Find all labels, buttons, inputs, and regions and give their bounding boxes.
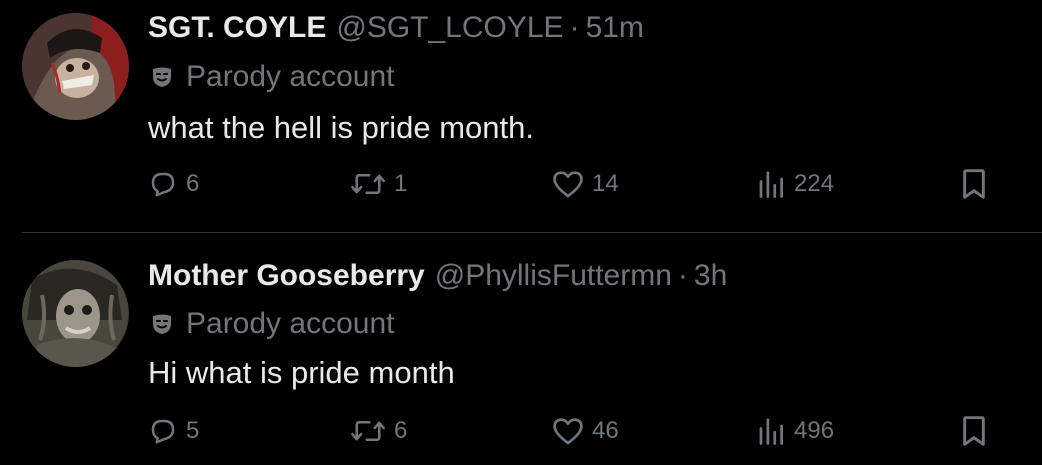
view-count: 224 [794, 170, 835, 197]
views-button[interactable]: 496 [756, 411, 834, 451]
parody-label-text: Parody account [186, 60, 395, 93]
repost-count: 6 [394, 417, 408, 444]
bookmark-button[interactable] [960, 164, 988, 204]
like-count: 14 [592, 170, 619, 197]
tweet-header: Mother Gooseberry @PhyllisFuttermn · 3h [148, 261, 727, 291]
action-bar: 6 1 14 224 [148, 164, 998, 204]
separator-dot: · [677, 259, 688, 292]
author-name[interactable]: Mother Gooseberry [148, 259, 425, 292]
separator-dot: · [569, 11, 580, 44]
tweet-header: SGT. COYLE @SGT_LCOYLE · 51m [148, 13, 644, 43]
tweet-text: Hi what is pride month [148, 355, 455, 390]
repost-icon [351, 421, 385, 441]
repost-button[interactable]: 1 [350, 164, 407, 204]
repost-count: 1 [394, 170, 408, 197]
views-button[interactable]: 224 [756, 164, 834, 204]
views-icon [759, 418, 783, 445]
author-handle[interactable]: @PhyllisFuttermn [435, 259, 672, 292]
action-bar: 5 6 46 496 [148, 411, 998, 451]
timestamp[interactable]: 3h [694, 259, 727, 292]
view-count: 496 [794, 417, 835, 444]
views-icon [759, 171, 783, 198]
reply-icon [151, 172, 175, 197]
author-name[interactable]: SGT. COYLE [148, 11, 326, 44]
like-count: 46 [592, 417, 619, 444]
reply-count: 6 [186, 170, 200, 197]
repost-button[interactable]: 6 [350, 411, 407, 451]
reply-count: 5 [186, 417, 200, 444]
author-handle[interactable]: @SGT_LCOYLE [336, 11, 563, 44]
repost-icon [351, 174, 385, 194]
like-button[interactable]: 46 [552, 411, 619, 451]
tweet[interactable]: SGT. COYLE @SGT_LCOYLE · 51m Parody account… [0, 0, 1042, 232]
parody-label-text: Parody account [186, 307, 395, 340]
like-button[interactable]: 14 [552, 164, 619, 204]
tweet-text: what the hell is pride month. [148, 110, 534, 145]
bookmark-icon [963, 169, 985, 199]
tweet[interactable]: Mother Gooseberry @PhyllisFuttermn · 3h Par… [0, 233, 1042, 465]
parody-label: Parody account [150, 307, 394, 341]
bookmark-icon [963, 416, 985, 446]
theater-mask-icon [153, 67, 171, 87]
reply-icon [151, 419, 175, 444]
reply-button[interactable]: 6 [148, 164, 199, 204]
avatar[interactable] [22, 13, 129, 120]
timestamp[interactable]: 51m [586, 11, 644, 44]
heart-icon [553, 171, 583, 198]
avatar[interactable] [22, 260, 129, 367]
parody-label: Parody account [150, 60, 394, 94]
bookmark-button[interactable] [960, 411, 988, 451]
theater-mask-icon [153, 314, 171, 334]
heart-icon [553, 418, 583, 445]
reply-button[interactable]: 5 [148, 411, 199, 451]
